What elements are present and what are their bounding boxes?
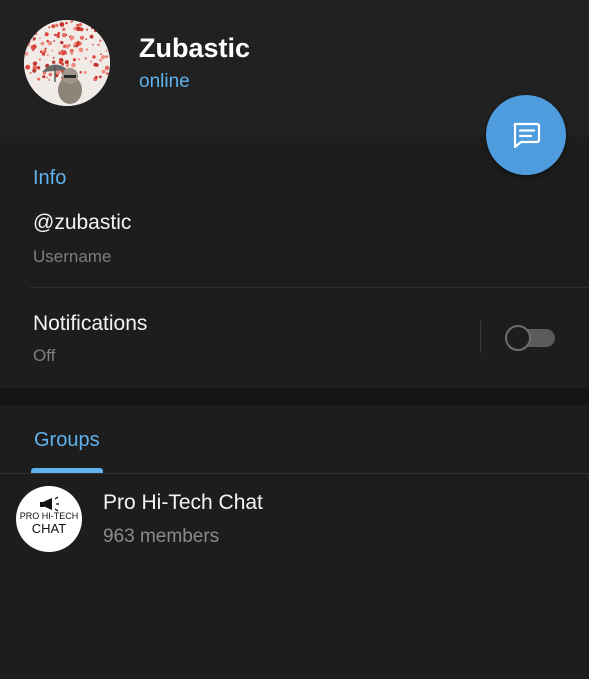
group-avatar-text-bottom: CHAT	[31, 521, 67, 536]
info-section: Info @zubastic Username Notifications Of…	[0, 137, 589, 388]
group-avatar: PRO HI-TECH CHAT	[16, 486, 82, 552]
vertical-separator	[480, 321, 481, 353]
tab-groups[interactable]: Groups	[0, 405, 136, 473]
group-avatar-text-top: PRO HI-TECH	[19, 511, 79, 521]
profile-screen: Zubastic online Info @zubastic Username …	[0, 0, 589, 679]
group-members-count: 963 members	[103, 526, 220, 547]
notifications-toggle[interactable]	[505, 325, 555, 351]
info-section-title: Info	[33, 167, 67, 189]
groups-section: Groups PRO HI-TECH CHAT Pro Hi-Tech Chat…	[0, 405, 589, 679]
section-gap	[0, 388, 589, 405]
toggle-knob	[505, 325, 531, 351]
avatar-image	[24, 20, 110, 106]
notifications-title: Notifications	[33, 312, 148, 335]
profile-avatar[interactable]	[24, 20, 110, 106]
send-message-button[interactable]	[486, 95, 566, 175]
group-list-item[interactable]: PRO HI-TECH CHAT Pro Hi-Tech Chat 963 me…	[0, 474, 589, 558]
notifications-status: Off	[33, 346, 56, 365]
username-value[interactable]: @zubastic	[33, 211, 131, 235]
profile-name: Zubastic	[139, 33, 251, 63]
group-name: Pro Hi-Tech Chat	[103, 491, 263, 514]
username-label: Username	[33, 247, 112, 266]
tab-groups-label: Groups	[34, 429, 100, 451]
notifications-row[interactable]: Notifications Off	[0, 288, 589, 388]
message-icon	[513, 122, 541, 149]
online-status: online	[139, 71, 190, 92]
